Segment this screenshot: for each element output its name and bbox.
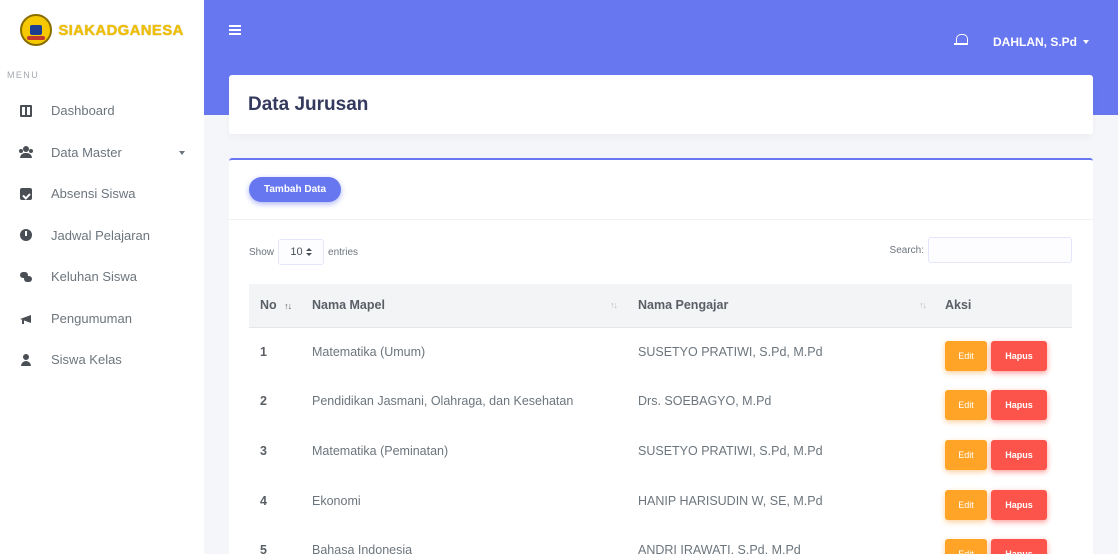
delete-button[interactable]: Hapus	[991, 341, 1047, 372]
show-label: Show	[249, 246, 275, 258]
column-header-label: Aksi	[945, 298, 972, 313]
sidebar: SIAKADGANESA MENU Dashboard Data Master …	[0, 0, 204, 554]
search-input[interactable]	[928, 237, 1072, 263]
sort-icon: ↑↓	[284, 301, 292, 312]
cell-aksi: Edit Hapus	[936, 377, 1072, 427]
sidebar-item-label: Absensi Siswa	[51, 186, 136, 202]
column-header-nama-mapel[interactable]: Nama Mapel ↑↓	[302, 284, 627, 327]
table-row: 4 Ekonomi HANIP HARISUDIN W, SE, M.Pd Ed…	[249, 476, 1072, 526]
sidebar-item-label: Pengumuman	[51, 310, 132, 326]
brand[interactable]: SIAKADGANESA	[0, 0, 204, 60]
delete-button[interactable]: Hapus	[991, 489, 1047, 520]
comments-icon	[20, 271, 32, 283]
add-data-button[interactable]: Tambah Data	[249, 177, 342, 202]
cell-nama-pengajar: ANDRI IRAWATI, S.Pd, M.Pd	[638, 543, 801, 554]
clock-icon	[20, 229, 32, 242]
cell-no: 2	[260, 394, 267, 409]
sidebar-item-dashboard[interactable]: Dashboard	[0, 90, 204, 132]
cell-nama-pengajar: SUSETYO PRATIWI, S.Pd, M.Pd	[638, 443, 823, 458]
entries-select-value: 10	[290, 246, 303, 258]
cell-aksi: Edit Hapus	[936, 327, 1072, 377]
sort-icon: ↑↓	[610, 300, 618, 310]
calendar-check-icon	[20, 187, 32, 200]
edit-button[interactable]: Edit	[945, 489, 987, 520]
chevron-down-icon	[1083, 40, 1089, 44]
card-header: Tambah Data	[229, 160, 1093, 220]
cell-no: 1	[260, 345, 267, 360]
edit-button[interactable]: Edit	[945, 539, 987, 554]
sidebar-item-label: Dashboard	[51, 103, 115, 119]
entries-select[interactable]: 10	[278, 239, 325, 265]
dashboard-icon	[20, 104, 32, 117]
user-dropdown[interactable]: DAHLAN, S.Pd	[993, 35, 1089, 49]
users-icon	[20, 146, 32, 159]
page-title: Data Jurusan	[248, 93, 369, 115]
table-header-row: No ↑↓ Nama Mapel ↑↓ Nama Pengajar ↑↓ Aks…	[249, 284, 1072, 327]
menu-header: MENU	[7, 70, 40, 80]
sidebar-item-label: Keluhan Siswa	[51, 269, 137, 285]
cell-nama-pengajar: HANIP HARISUDIN W, SE, M.Pd	[638, 493, 823, 508]
brand-name: SIAKADGANESA	[58, 21, 184, 39]
sidebar-item-absensi-siswa[interactable]: Absensi Siswa	[0, 173, 204, 215]
search-label: Search:	[889, 244, 924, 256]
delete-button[interactable]: Hapus	[991, 539, 1047, 554]
search-control: Search:	[890, 237, 1072, 263]
section-header: Data Jurusan	[229, 75, 1093, 134]
chevron-down-icon	[179, 150, 185, 155]
user-icon	[20, 353, 32, 366]
hamburger-menu-icon[interactable]	[229, 25, 241, 35]
select-arrows-icon	[305, 248, 312, 256]
megaphone-icon	[20, 312, 32, 325]
delete-button[interactable]: Hapus	[991, 439, 1047, 470]
cell-aksi: Edit Hapus	[936, 525, 1072, 554]
data-table: No ↑↓ Nama Mapel ↑↓ Nama Pengajar ↑↓ Aks…	[249, 284, 1072, 554]
sidebar-item-label: Data Master	[51, 144, 122, 160]
bell-icon[interactable]	[954, 34, 968, 48]
cell-aksi: Edit Hapus	[936, 476, 1072, 526]
sort-icon: ↑↓	[919, 300, 927, 310]
column-header-aksi: Aksi	[936, 284, 1072, 327]
cell-aksi: Edit Hapus	[936, 426, 1072, 476]
column-header-nama-pengajar[interactable]: Nama Pengajar ↑↓	[627, 284, 936, 327]
column-header-no[interactable]: No ↑↓	[249, 284, 302, 327]
sidebar-item-data-master[interactable]: Data Master	[0, 132, 204, 174]
cell-nama-pengajar: SUSETYO PRATIWI, S.Pd, M.Pd	[638, 345, 823, 360]
cell-no: 4	[260, 493, 267, 508]
column-header-label: Nama Mapel	[312, 298, 385, 313]
table-row: 3 Matematika (Peminatan) SUSETYO PRATIWI…	[249, 426, 1072, 476]
datatable-controls: Show 10 entries Search:	[249, 237, 1072, 265]
school-logo-icon	[20, 14, 53, 46]
cell-nama-mapel: Bahasa Indonesia	[312, 543, 413, 554]
table-row: 2 Pendidikan Jasmani, Olahraga, dan Kese…	[249, 377, 1072, 427]
column-header-label: Nama Pengajar	[638, 298, 729, 313]
sidebar-item-label: Jadwal Pelajaran	[51, 227, 151, 243]
data-card: Tambah Data Show 10 entries Search: No ↑…	[229, 158, 1093, 554]
sidebar-item-jadwal-pelajaran[interactable]: Jadwal Pelajaran	[0, 215, 204, 257]
sidebar-item-label: Siswa Kelas	[51, 352, 122, 368]
cell-no: 3	[260, 443, 267, 458]
cell-nama-mapel: Pendidikan Jasmani, Olahraga, dan Keseha…	[312, 394, 574, 409]
cell-nama-mapel: Matematika (Peminatan)	[312, 443, 449, 458]
cell-no: 5	[260, 543, 267, 554]
delete-button[interactable]: Hapus	[991, 390, 1047, 421]
cell-nama-pengajar: Drs. SOEBAGYO, M.Pd	[638, 394, 772, 409]
column-header-label: No	[260, 298, 277, 313]
entries-label: entries	[328, 246, 359, 258]
edit-button[interactable]: Edit	[945, 390, 987, 421]
user-name: DAHLAN, S.Pd	[993, 35, 1077, 49]
sidebar-item-keluhan-siswa[interactable]: Keluhan Siswa	[0, 256, 204, 298]
cell-nama-mapel: Matematika (Umum)	[312, 345, 426, 360]
table-row: 5 Bahasa Indonesia ANDRI IRAWATI, S.Pd, …	[249, 525, 1072, 554]
sidebar-item-pengumuman[interactable]: Pengumuman	[0, 298, 204, 340]
edit-button[interactable]: Edit	[945, 341, 987, 372]
table-row: 1 Matematika (Umum) SUSETYO PRATIWI, S.P…	[249, 327, 1072, 377]
cell-nama-mapel: Ekonomi	[312, 493, 361, 508]
edit-button[interactable]: Edit	[945, 439, 987, 470]
entries-length-control: Show 10 entries	[249, 239, 358, 265]
sidebar-item-siswa-kelas[interactable]: Siswa Kelas	[0, 339, 204, 381]
